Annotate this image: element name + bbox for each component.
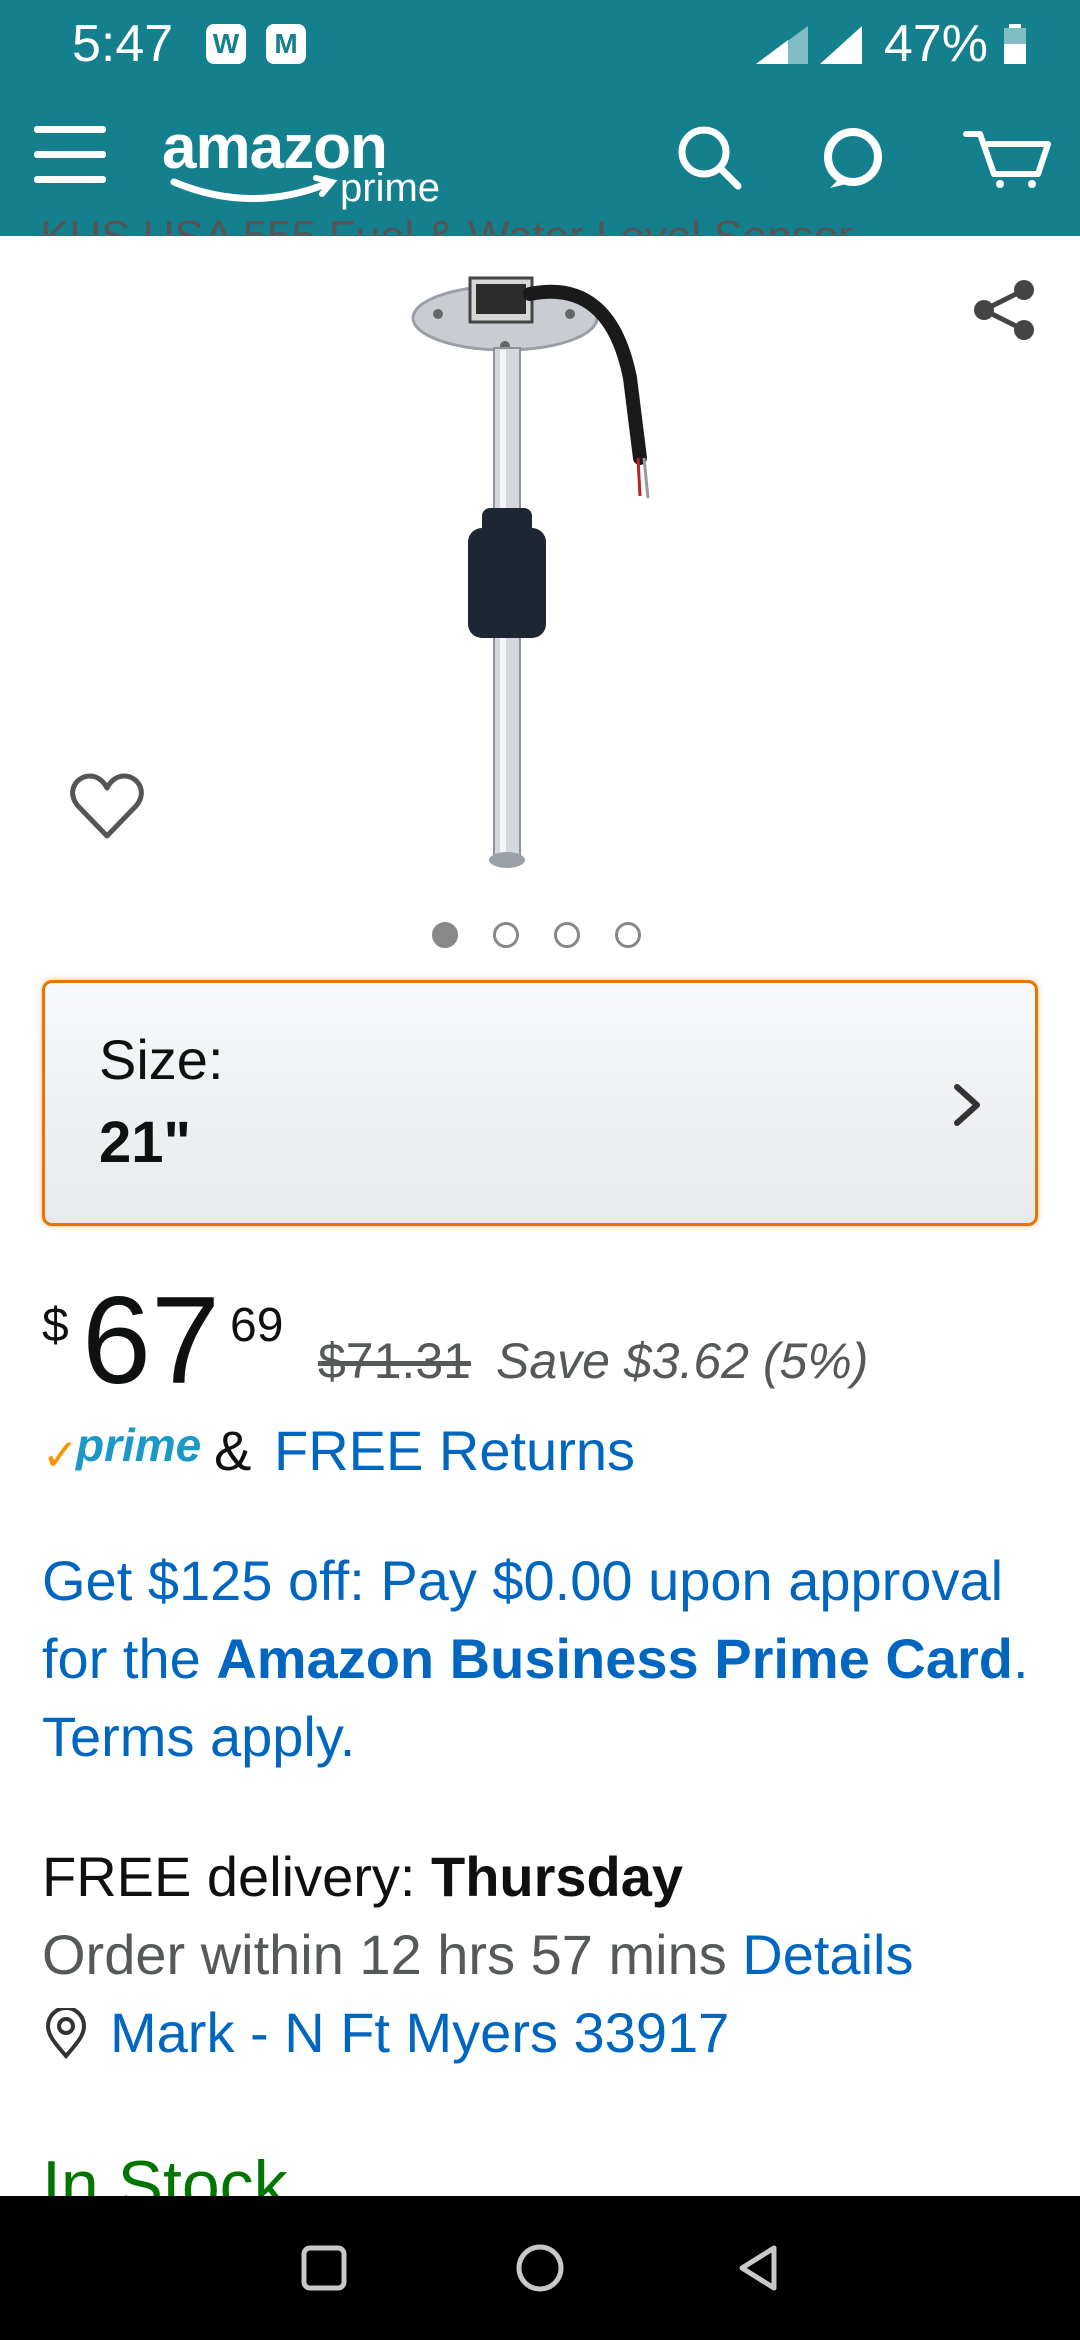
- price-currency: $: [42, 1299, 69, 1352]
- alexa-icon[interactable]: [818, 122, 888, 192]
- size-value: 21": [99, 1110, 192, 1175]
- delivery-location[interactable]: Mark - N Ft Myers 33917: [42, 1994, 1052, 2072]
- delivery-line: FREE delivery: Thursday: [42, 1838, 1052, 1916]
- pager-dot[interactable]: [432, 922, 458, 948]
- price-fraction: 69: [230, 1299, 284, 1352]
- price-whole: 67: [82, 1272, 220, 1410]
- savings-text: Save $3.62 (5%): [496, 1333, 869, 1389]
- pager-dot[interactable]: [615, 922, 641, 948]
- credit-card-promo[interactable]: Get $125 off: Pay $0.00 upon approval fo…: [42, 1542, 1042, 1776]
- menu-icon[interactable]: [34, 126, 110, 186]
- home-icon[interactable]: [512, 2240, 568, 2296]
- pager-dot[interactable]: [493, 922, 519, 948]
- chevron-right-icon: [954, 1084, 980, 1126]
- size-label: Size:: [99, 1028, 224, 1091]
- delivery-day: Thursday: [431, 1845, 684, 1908]
- details-link[interactable]: Details: [742, 1923, 913, 1986]
- size-selector[interactable]: Size: 21": [42, 980, 1038, 1226]
- search-icon[interactable]: [674, 122, 744, 192]
- status-time: 5:47: [72, 15, 174, 73]
- cart-icon[interactable]: [962, 122, 1052, 192]
- notification-app-icon: M: [266, 24, 306, 64]
- product-title: KUS USA 555 Fuel & Water Level Sensor: [40, 196, 980, 236]
- wishlist-heart-icon[interactable]: [70, 772, 144, 842]
- delivery-prefix: FREE delivery:: [42, 1845, 431, 1908]
- pager-dot[interactable]: [554, 922, 580, 948]
- delivery-info: FREE delivery: Thursday Order within 12 …: [42, 1838, 1052, 2072]
- product-image[interactable]: [390, 258, 690, 878]
- status-indicators: 47%: [752, 14, 1028, 74]
- image-pager: [432, 922, 676, 948]
- back-icon[interactable]: [730, 2240, 786, 2296]
- order-countdown: Order within 12 hrs 57 mins: [42, 1923, 743, 1986]
- share-icon[interactable]: [970, 278, 1040, 342]
- free-returns-link[interactable]: FREE Returns: [274, 1418, 635, 1483]
- cellular-signal-icon: [755, 26, 808, 64]
- system-nav-bar: [0, 2196, 1080, 2340]
- prime-returns-row: ✓ prime & FREE Returns: [42, 1412, 1042, 1482]
- prime-badge: prime: [76, 1419, 202, 1471]
- location-text: Mark - N Ft Myers 33917: [110, 2001, 730, 2064]
- battery-icon: [1004, 24, 1026, 64]
- order-within-line: Order within 12 hrs 57 mins Details: [42, 1916, 1052, 1994]
- battery-percent: 47%: [883, 15, 988, 73]
- status-bar: 5:47 W M 47%: [0, 0, 1080, 82]
- recent-apps-icon[interactable]: [296, 2240, 352, 2296]
- notification-app-icon: W: [206, 24, 246, 64]
- prime-check-icon: ✓: [42, 1431, 79, 1480]
- prime-amp: &: [214, 1419, 252, 1482]
- price-block: $ 67 69 $71.31 Save $3.62 (5%): [42, 1270, 1042, 1410]
- stock-status: In Stock: [42, 2147, 288, 2196]
- promo-card-name: Amazon Business Prime Card: [216, 1627, 1014, 1690]
- location-pin-icon: [45, 2008, 87, 2060]
- list-price: $71.31: [318, 1333, 471, 1389]
- cellular-signal-icon: [819, 26, 862, 64]
